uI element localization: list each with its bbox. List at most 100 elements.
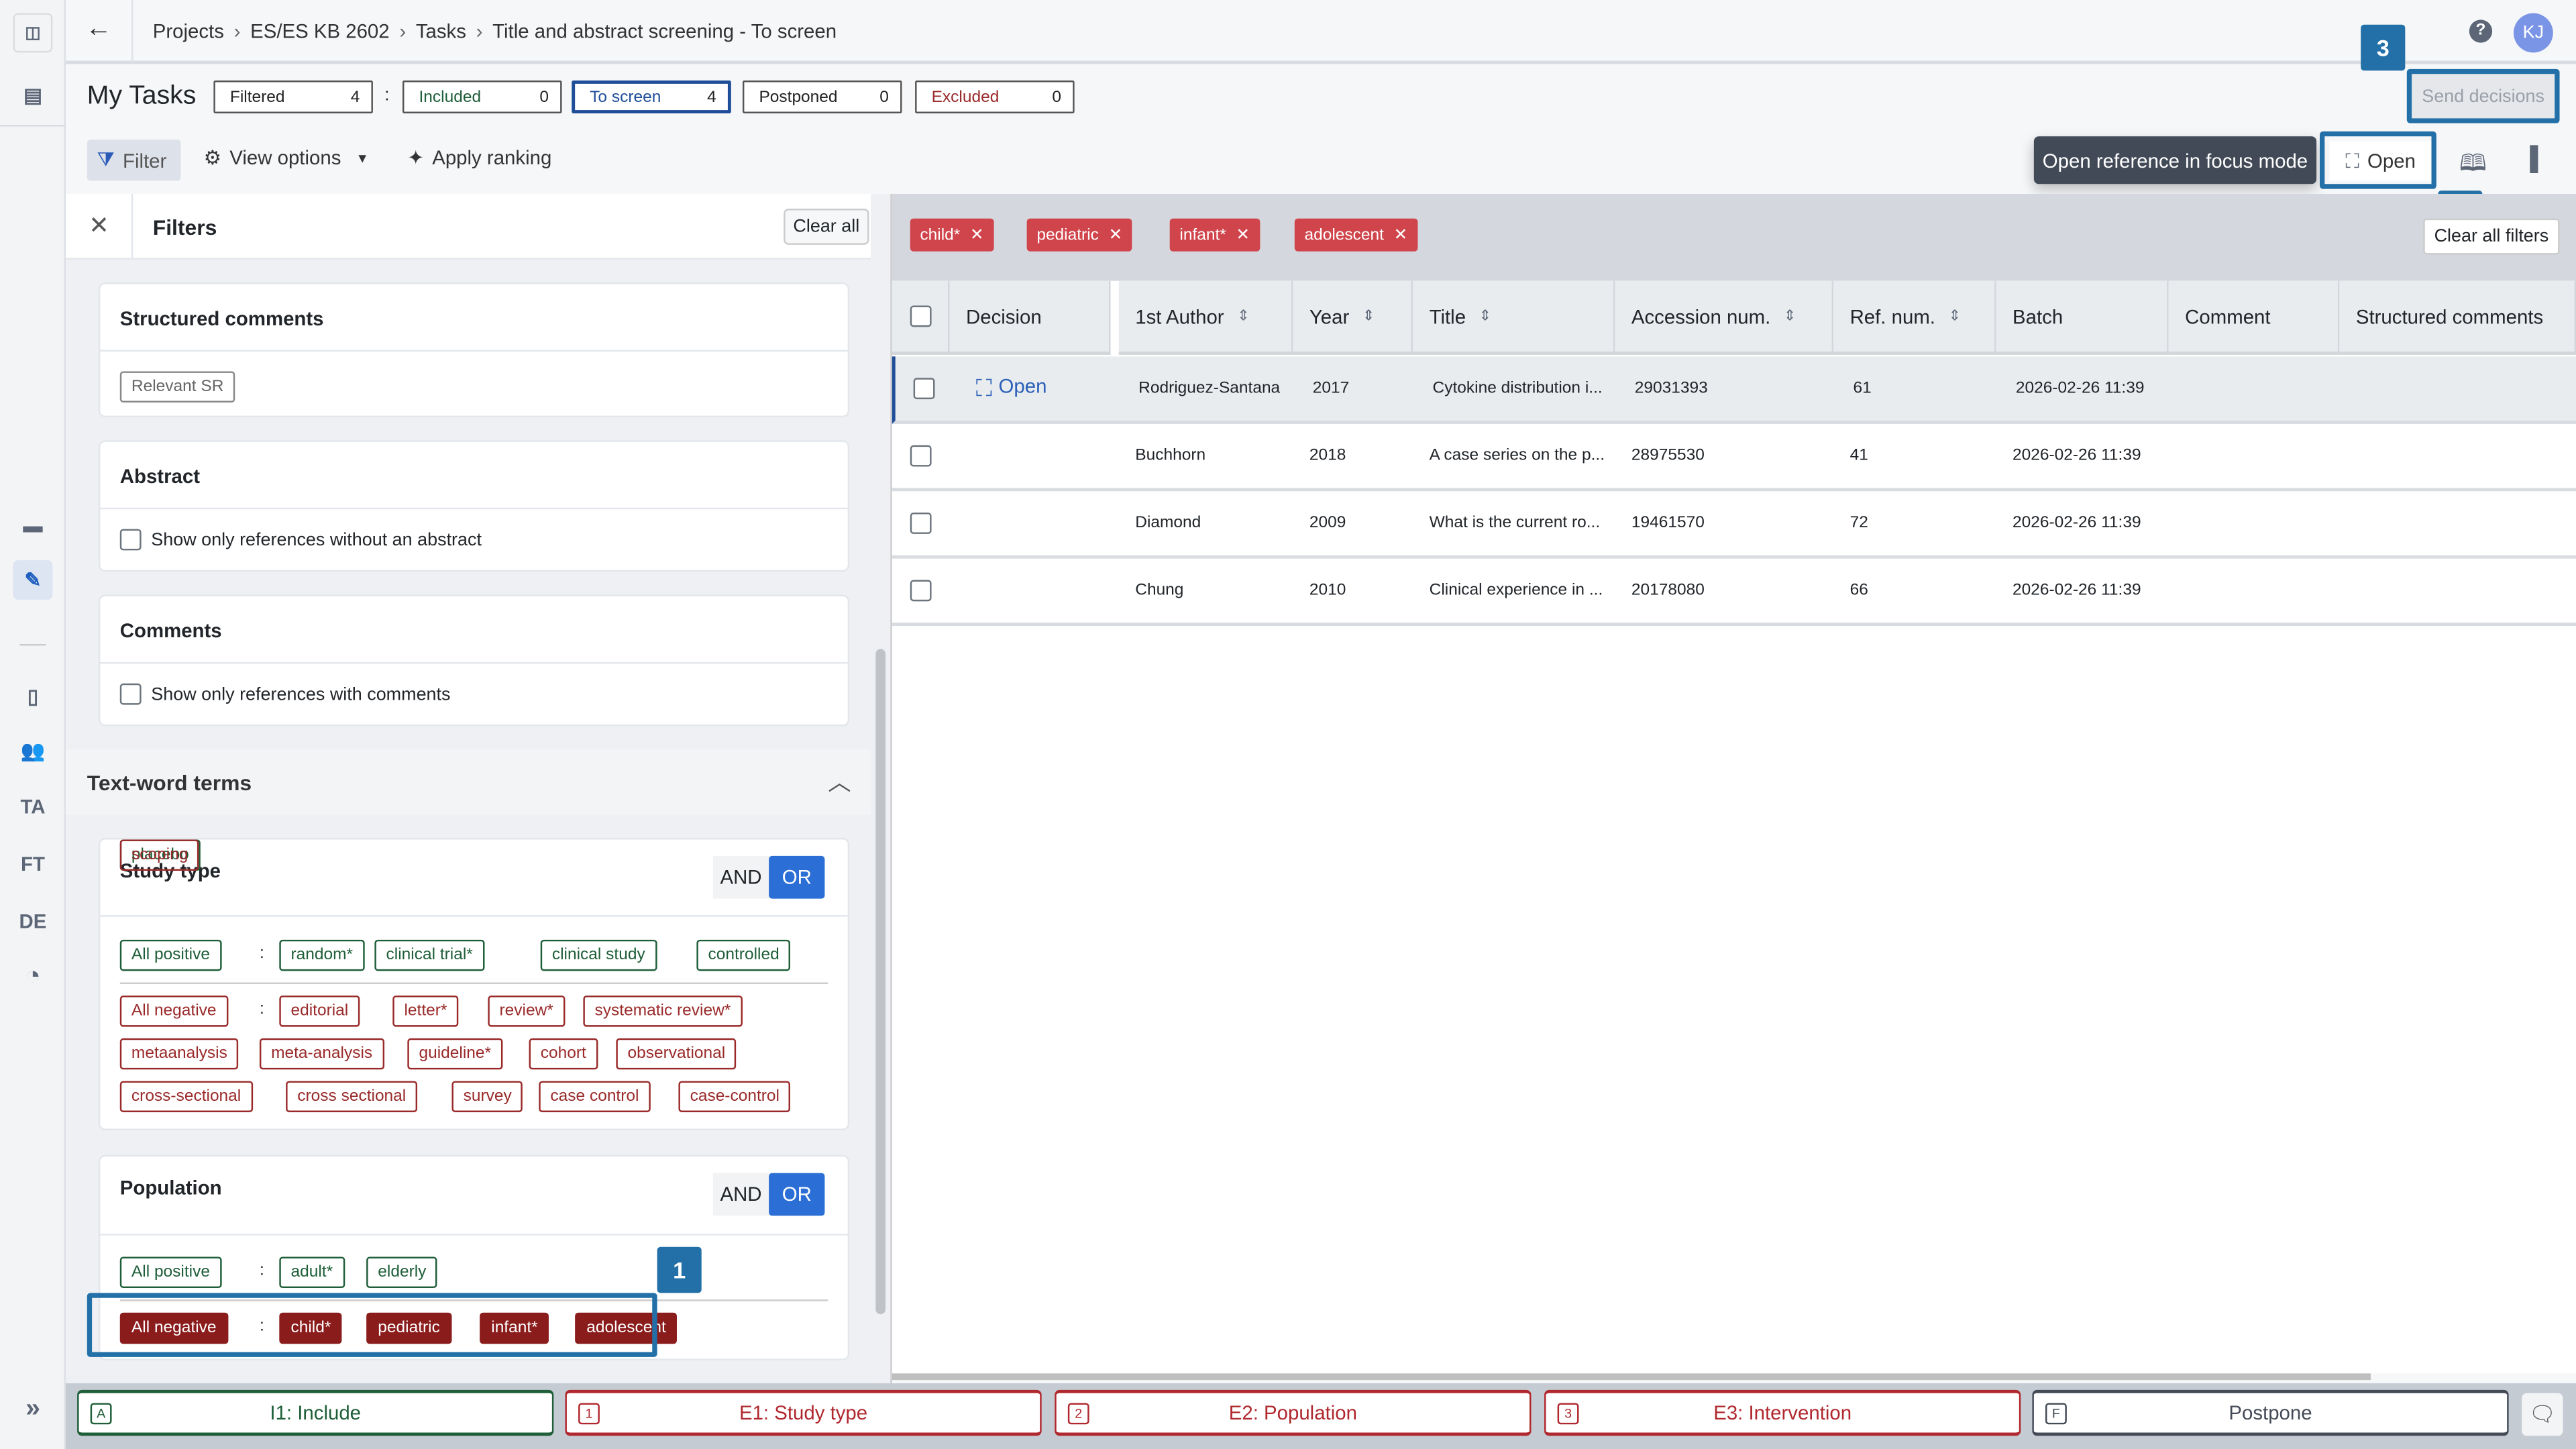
decision-button-postpone[interactable]: F Postpone bbox=[2032, 1389, 2509, 1436]
all-toggle-chip[interactable]: All positive bbox=[119, 1256, 222, 1289]
column-header[interactable]: Title ⇕ bbox=[1413, 280, 1615, 355]
chart-icon[interactable]: ◔ bbox=[13, 958, 53, 998]
table-row[interactable]: Buchhorn 2018 A case series on the p... 289… bbox=[892, 424, 2576, 492]
row-checkbox[interactable] bbox=[910, 445, 932, 467]
term-chip[interactable]: cross-sectional bbox=[119, 1081, 253, 1112]
breadcrumb-tasks[interactable]: Tasks bbox=[416, 19, 466, 42]
term-chip[interactable]: editorial bbox=[279, 996, 360, 1027]
column-header[interactable]: Decision bbox=[949, 280, 1111, 355]
decision-button-e2[interactable]: 2 E2: Population bbox=[1055, 1389, 1532, 1436]
term-chip[interactable]: cross sectional bbox=[286, 1081, 418, 1112]
text-word-terms-header[interactable]: Text-word terms ︿ bbox=[65, 749, 871, 815]
term-chip[interactable]: survey bbox=[451, 1081, 523, 1112]
clear-all-button[interactable]: Clear all bbox=[784, 209, 869, 245]
counter-postponed[interactable]: Postponed 0 bbox=[742, 80, 902, 113]
remove-chip-icon[interactable]: ✕ bbox=[1109, 226, 1123, 244]
archive-icon[interactable]: ▤ bbox=[13, 76, 53, 115]
sidebar-ta[interactable]: TA bbox=[13, 787, 53, 826]
term-chip[interactable]: clinical study bbox=[540, 939, 657, 971]
term-chip[interactable]: observational bbox=[616, 1038, 737, 1070]
row-checkbox[interactable] bbox=[910, 513, 932, 534]
table-row[interactable]: ⛶ Open Rodriguez-Santana 2017 Cytokine distr… bbox=[892, 356, 2576, 424]
app-logo-icon[interactable]: ◫ bbox=[13, 13, 53, 53]
table-row[interactable]: Chung 2010 Clinical experience in ... 20178… bbox=[892, 559, 2576, 627]
and-option[interactable]: AND bbox=[713, 1173, 769, 1216]
with-comments-checkbox[interactable] bbox=[119, 683, 142, 705]
view-options-button[interactable]: ⚙ View options ▼ bbox=[204, 146, 369, 169]
counter-included[interactable]: Included 0 bbox=[402, 80, 562, 113]
clear-all-filters-button[interactable]: Clear all filters bbox=[2423, 218, 2560, 255]
column-header[interactable]: 1st Author ⇕ bbox=[1118, 280, 1293, 355]
term-chip[interactable]: adult* bbox=[279, 1256, 345, 1289]
term-chip[interactable]: guideline* bbox=[407, 1038, 503, 1070]
column-header[interactable]: Year ⇕ bbox=[1293, 280, 1413, 355]
open-reference-link[interactable]: ⛶ Open bbox=[976, 374, 1047, 402]
sort-icon[interactable]: ⇕ bbox=[1784, 307, 1796, 325]
term-chip[interactable]: review* bbox=[488, 996, 565, 1027]
active-filter-chip[interactable]: infant* ✕ bbox=[1169, 218, 1260, 252]
sidebar-de[interactable]: DE bbox=[13, 902, 53, 942]
or-option[interactable]: OR bbox=[769, 1173, 825, 1216]
active-filter-chip[interactable]: adolescent ✕ bbox=[1294, 218, 1417, 252]
term-chip[interactable]: letter* bbox=[392, 996, 459, 1027]
users-icon[interactable]: 👥 bbox=[13, 731, 53, 771]
remove-chip-icon[interactable]: ✕ bbox=[1236, 226, 1250, 244]
chat-icon[interactable]: 🗨 bbox=[2522, 1393, 2563, 1436]
expand-sidebar-icon[interactable]: » bbox=[13, 1390, 53, 1430]
avatar[interactable]: KJ bbox=[2513, 13, 2553, 53]
close-filters-icon[interactable]: ✕ bbox=[89, 210, 109, 240]
term-chip[interactable]: controlled bbox=[696, 939, 791, 971]
row-checkbox[interactable] bbox=[913, 378, 935, 400]
select-all-checkbox[interactable] bbox=[910, 305, 932, 327]
term-chip[interactable]: random* bbox=[279, 939, 365, 971]
remove-chip-icon[interactable]: ✕ bbox=[1394, 226, 1408, 244]
or-option[interactable]: OR bbox=[769, 855, 825, 899]
and-or-toggle[interactable]: AND OR bbox=[712, 855, 825, 899]
column-header[interactable]: Accession num. ⇕ bbox=[1615, 280, 1834, 355]
sort-icon[interactable]: ⇕ bbox=[1362, 307, 1375, 325]
decision-button-e3[interactable]: 3 E3: Intervention bbox=[1544, 1389, 2021, 1436]
back-arrow-icon[interactable]: ← bbox=[85, 15, 111, 44]
decision-button-i1[interactable]: A I1: Include bbox=[77, 1389, 554, 1436]
panel-layout-icon[interactable]: ▐ bbox=[2522, 145, 2538, 171]
term-chip[interactable]: systematic review* bbox=[583, 996, 743, 1027]
and-or-toggle[interactable]: AND OR bbox=[712, 1173, 825, 1216]
filters-scrollbar[interactable] bbox=[872, 259, 889, 1384]
filter-button[interactable]: ⧩ Filter bbox=[87, 140, 181, 181]
row-checkbox[interactable] bbox=[910, 580, 932, 602]
column-header[interactable]: Ref. num. ⇕ bbox=[1833, 280, 1996, 355]
sidebar-ft[interactable]: FT bbox=[13, 845, 53, 884]
book-icon[interactable]: 🕮 bbox=[2459, 146, 2486, 186]
term-chip[interactable]: clinical trial* bbox=[374, 939, 484, 971]
apply-ranking-button[interactable]: ✦ Apply ranking bbox=[407, 146, 551, 169]
horizontal-scrollbar[interactable] bbox=[892, 1373, 2371, 1381]
term-chip[interactable]: metaanalysis bbox=[119, 1038, 239, 1070]
active-filter-chip[interactable]: child* ✕ bbox=[910, 218, 994, 252]
relevant-sr-chip[interactable]: Relevant SR bbox=[119, 371, 235, 403]
and-option[interactable]: AND bbox=[713, 856, 769, 899]
term-chip[interactable]: meta-analysis bbox=[259, 1038, 384, 1070]
all-toggle-chip[interactable]: All negative bbox=[119, 996, 228, 1027]
all-toggle-chip[interactable]: All positive bbox=[119, 939, 222, 971]
term-chip[interactable]: elderly bbox=[366, 1256, 438, 1289]
chevron-up-icon[interactable]: ︿ bbox=[828, 765, 851, 798]
remove-chip-icon[interactable]: ✕ bbox=[970, 226, 984, 244]
counter-excluded[interactable]: Excluded 0 bbox=[915, 80, 1075, 113]
term-chip[interactable]: case-control bbox=[678, 1081, 792, 1112]
column-header[interactable]: Structured comments bbox=[2339, 280, 2576, 355]
table-row[interactable]: Diamond 2009 What is the current ro... 1946… bbox=[892, 491, 2576, 559]
term-chip[interactable]: cohort bbox=[529, 1038, 598, 1070]
column-header[interactable]: Comment bbox=[2168, 280, 2340, 355]
edit-tasks-icon[interactable]: ✎ bbox=[13, 560, 53, 600]
column-header[interactable]: Batch bbox=[1996, 280, 2169, 355]
breadcrumb-project[interactable]: ES/ES KB 2602 bbox=[250, 19, 390, 42]
document-icon[interactable]: ▯ bbox=[13, 677, 53, 716]
sort-icon[interactable]: ⇕ bbox=[1479, 307, 1491, 325]
counter-filtered[interactable]: Filtered 4 bbox=[213, 80, 373, 113]
active-filter-chip[interactable]: pediatric ✕ bbox=[1026, 218, 1132, 252]
breadcrumb-projects[interactable]: Projects bbox=[153, 19, 224, 42]
folder-icon[interactable]: ▬ bbox=[13, 506, 53, 545]
sort-icon[interactable]: ⇕ bbox=[1949, 307, 1961, 325]
term-chip[interactable]: case control bbox=[539, 1081, 651, 1112]
help-icon[interactable]: ? bbox=[2469, 19, 2493, 43]
